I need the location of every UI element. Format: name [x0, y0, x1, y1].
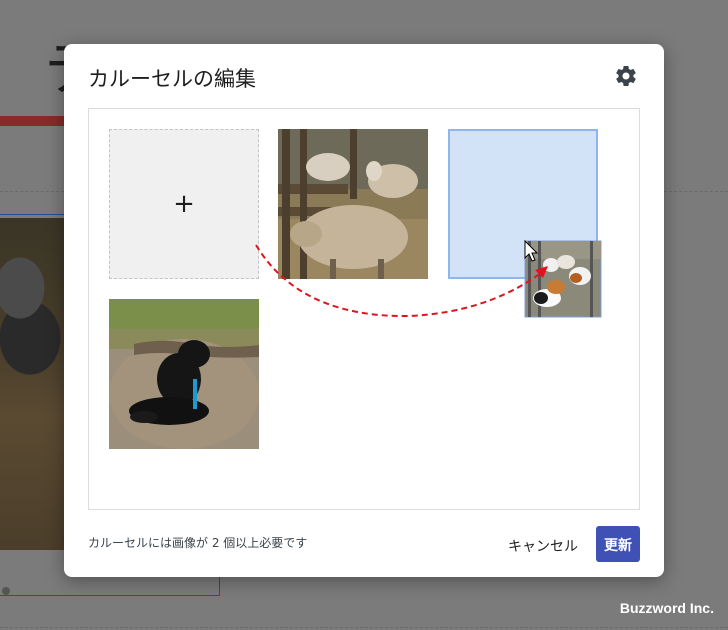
watermark-text: Buzzword Inc. [619, 600, 714, 616]
modal-title: カルーセルの編集 [88, 67, 256, 91]
background-divider [664, 191, 728, 192]
gear-icon[interactable] [614, 64, 638, 88]
minimum-images-note: カルーセルには画像が 2 個以上必要です [88, 536, 308, 550]
plus-icon: + [173, 189, 195, 219]
gallery-image-black-lamb[interactable] [109, 299, 259, 449]
drop-target-placeholder[interactable] [448, 129, 598, 279]
background-divider [0, 627, 728, 628]
edit-carousel-modal: カルーセルの編集 + カルーセルには画像が 2 個以上必要です キャンセル 更新 [64, 44, 664, 577]
add-image-button[interactable]: + [109, 129, 259, 279]
background-photo [0, 218, 64, 550]
update-button[interactable]: 更新 [596, 526, 640, 562]
image-gallery: + [88, 108, 640, 510]
background-carousel-dot [2, 587, 10, 595]
background-divider [0, 191, 64, 192]
background-red-bar [0, 116, 70, 126]
gallery-image-sheep[interactable] [278, 129, 428, 279]
cancel-button[interactable]: キャンセル [498, 528, 588, 564]
